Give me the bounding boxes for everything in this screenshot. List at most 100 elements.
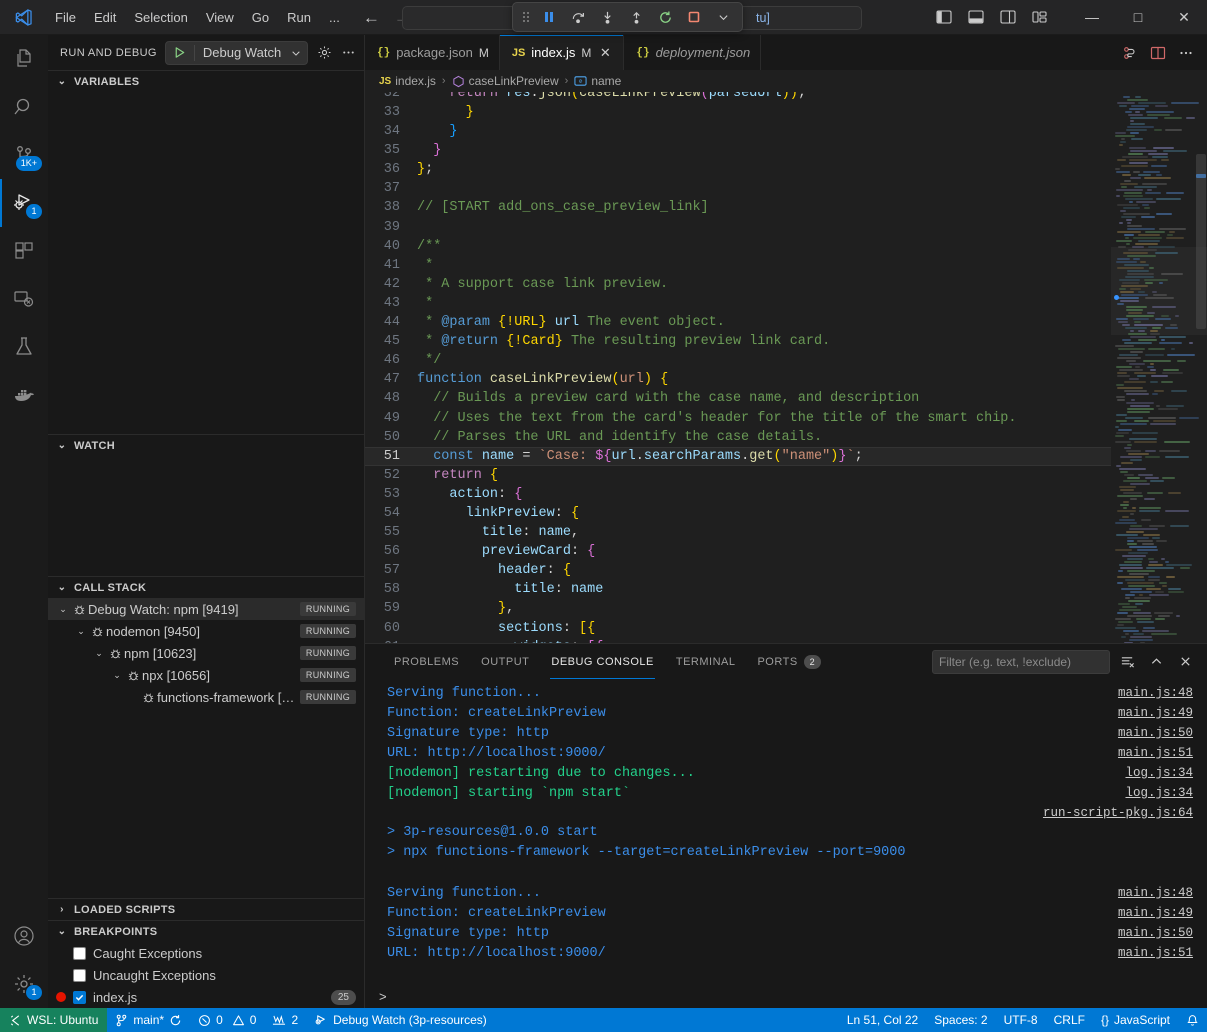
status-language-mode[interactable]: {} JavaScript — [1093, 1008, 1178, 1032]
call-stack-row[interactable]: ⌄npx [10656]RUNNING — [48, 664, 364, 686]
code-line[interactable]: 37 — [365, 179, 1111, 198]
code-line[interactable]: 32 return res.json(caseLinkPreview(parse… — [365, 92, 1111, 103]
code-line[interactable]: 46 */ — [365, 351, 1111, 370]
code-line[interactable]: 48 // Builds a preview card with the cas… — [365, 389, 1111, 408]
code-line[interactable]: 47function caseLinkPreview(url) { — [365, 370, 1111, 389]
ellipsis-icon[interactable] — [1173, 40, 1199, 66]
tab-problems[interactable]: PROBLEMS — [383, 644, 470, 679]
console-source-link[interactable]: main.js:51 — [1118, 743, 1193, 763]
status-cursor-position[interactable]: Ln 51, Col 22 — [839, 1008, 926, 1032]
activity-source-control[interactable]: 1K+ — [0, 131, 48, 179]
chevron-up-icon[interactable] — [1144, 650, 1168, 674]
gear-icon[interactable] — [316, 42, 332, 64]
pause-button[interactable] — [536, 5, 562, 29]
console-source-link[interactable]: main.js:49 — [1118, 703, 1193, 723]
breadcrumb-symbol-variable[interactable]: ⊘ name — [574, 74, 621, 88]
console-source-link[interactable]: log.js:34 — [1125, 783, 1193, 803]
window-maximize-button[interactable]: □ — [1115, 0, 1161, 35]
breakpoint-row[interactable]: Uncaught Exceptions — [48, 964, 364, 986]
status-notifications[interactable] — [1178, 1008, 1207, 1032]
tab-output[interactable]: OUTPUT — [470, 644, 540, 679]
menu-run[interactable]: Run — [278, 6, 320, 29]
editor-scroll-thumb[interactable] — [1196, 154, 1206, 329]
code-editor[interactable]: 32 return res.json(caseLinkPreview(parse… — [365, 92, 1207, 643]
window-minimize-button[interactable]: — — [1069, 0, 1115, 35]
debug-alt-icon[interactable] — [1117, 40, 1143, 66]
layout-sidebar-left-icon[interactable] — [931, 5, 957, 29]
code-line[interactable]: 58 title: name — [365, 580, 1111, 599]
breadcrumb-symbol-function[interactable]: caseLinkPreview — [452, 74, 559, 88]
code-line[interactable]: 60 sections: [{ — [365, 619, 1111, 638]
debug-configuration-select[interactable]: Debug Watch — [165, 41, 308, 65]
code-line[interactable]: 42 * A support case link preview. — [365, 275, 1111, 294]
code-line[interactable]: 56 previewCard: { — [365, 542, 1111, 561]
activity-search[interactable] — [0, 83, 48, 131]
status-remote-indicator[interactable]: WSL: Ubuntu — [0, 1008, 107, 1032]
status-problems[interactable]: 0 0 — [190, 1008, 264, 1032]
stop-button[interactable] — [681, 5, 707, 29]
status-git-branch[interactable]: main* — [107, 1008, 190, 1032]
close-icon[interactable]: ✕ — [597, 45, 613, 61]
status-eol[interactable]: CRLF — [1046, 1008, 1093, 1032]
code-lines[interactable]: 32 return res.json(caseLinkPreview(parse… — [365, 92, 1111, 643]
restart-button[interactable] — [652, 5, 678, 29]
activity-accounts[interactable] — [0, 912, 48, 960]
section-header-breakpoints[interactable]: ⌄ BREAKPOINTS — [48, 920, 364, 942]
code-line[interactable]: 59 }, — [365, 599, 1111, 618]
breakpoint-checkbox[interactable] — [73, 991, 86, 1004]
drag-handle-icon[interactable] — [519, 5, 533, 29]
code-line[interactable]: 38// [START add_ons_case_preview_link] — [365, 198, 1111, 217]
console-source-link[interactable]: main.js:48 — [1118, 883, 1193, 903]
activity-run-and-debug[interactable]: 1 — [0, 179, 48, 227]
chevron-down-icon[interactable] — [710, 5, 736, 29]
code-line[interactable]: 45 * @return {!Card} The resulting previ… — [365, 332, 1111, 351]
call-stack-row[interactable]: ⌄npm [10623]RUNNING — [48, 642, 364, 664]
chevron-down-icon[interactable]: ⌄ — [110, 670, 124, 681]
console-source-link[interactable]: main.js:49 — [1118, 903, 1193, 923]
editor-tab-deployment-json[interactable]: {}deployment.json — [624, 35, 761, 70]
section-header-watch[interactable]: ⌄ WATCH — [48, 434, 364, 456]
section-header-variables[interactable]: ⌄ VARIABLES — [48, 70, 364, 92]
tab-debug-console[interactable]: DEBUG CONSOLE — [540, 644, 664, 679]
code-line[interactable]: 44 * @param {!URL} url The event object. — [365, 313, 1111, 332]
window-close-button[interactable]: ✕ — [1161, 0, 1207, 35]
activity-docker[interactable] — [0, 371, 48, 419]
breakpoint-row[interactable]: index.js25 — [48, 986, 364, 1008]
call-stack-row[interactable]: functions-framework [106...RUNNING — [48, 686, 364, 708]
code-line[interactable]: 49 // Uses the text from the card's head… — [365, 409, 1111, 428]
code-line[interactable]: 35 } — [365, 141, 1111, 160]
tab-ports[interactable]: PORTS 2 — [746, 644, 832, 679]
menu-selection[interactable]: Selection — [125, 6, 196, 29]
step-out-button[interactable] — [623, 5, 649, 29]
editor-tab-package-json[interactable]: {}package.jsonM — [365, 35, 500, 70]
activity-testing[interactable] — [0, 323, 48, 371]
code-line[interactable]: 53 action: { — [365, 485, 1111, 504]
breakpoint-row[interactable]: Caught Exceptions — [48, 942, 364, 964]
status-indentation[interactable]: Spaces: 2 — [926, 1008, 995, 1032]
breadcrumb-file[interactable]: JS index.js — [379, 74, 436, 88]
console-source-link[interactable]: log.js:34 — [1125, 763, 1193, 783]
status-ports[interactable]: 2 — [264, 1008, 306, 1032]
close-icon[interactable] — [1173, 650, 1197, 674]
code-line[interactable]: 43 * — [365, 294, 1111, 313]
code-line[interactable]: 40/** — [365, 237, 1111, 256]
breakpoint-checkbox[interactable] — [73, 969, 86, 982]
breakpoint-checkbox[interactable] — [73, 947, 86, 960]
menu-edit[interactable]: Edit — [85, 6, 125, 29]
tab-terminal[interactable]: TERMINAL — [665, 644, 747, 679]
arrow-left-icon[interactable]: ← — [363, 9, 380, 26]
chevron-down-icon[interactable]: ⌄ — [92, 648, 106, 659]
ellipsis-icon[interactable] — [340, 42, 356, 64]
code-line[interactable]: 34 } — [365, 122, 1111, 141]
section-header-call-stack[interactable]: ⌄ CALL STACK — [48, 576, 364, 598]
console-source-link[interactable]: main.js:50 — [1118, 723, 1193, 743]
code-line[interactable]: 57 header: { — [365, 561, 1111, 580]
call-stack-row[interactable]: ⌄Debug Watch: npm [9419]RUNNING — [48, 598, 364, 620]
menu-go[interactable]: Go — [243, 6, 278, 29]
console-source-link[interactable]: main.js:51 — [1118, 943, 1193, 963]
step-into-button[interactable] — [594, 5, 620, 29]
layout-panel-icon[interactable] — [963, 5, 989, 29]
activity-remote-explorer[interactable] — [0, 275, 48, 323]
activity-extensions[interactable] — [0, 227, 48, 275]
layout-sidebar-right-icon[interactable] — [995, 5, 1021, 29]
